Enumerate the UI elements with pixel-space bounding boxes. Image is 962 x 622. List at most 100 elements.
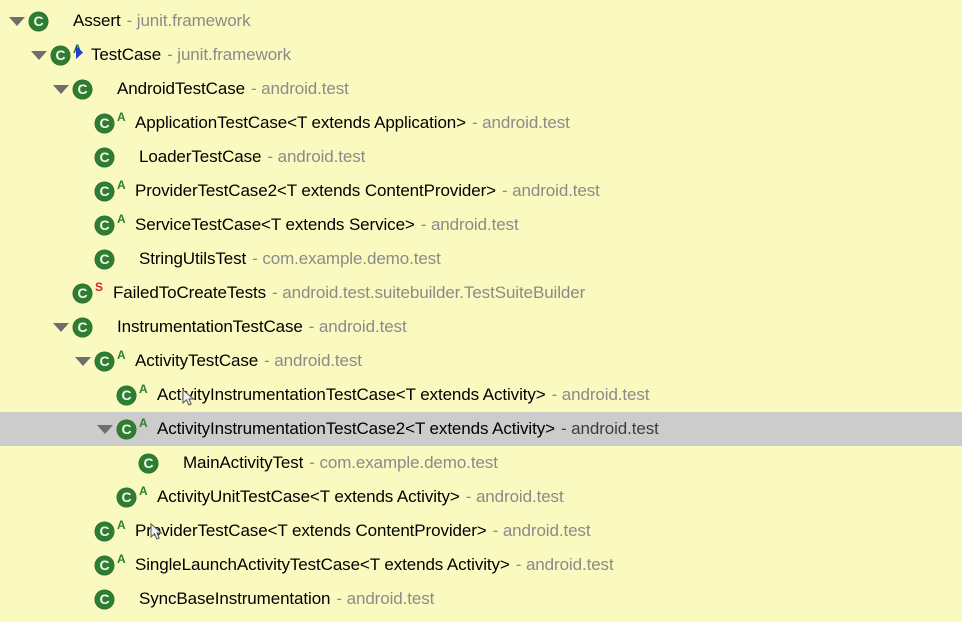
class-icon-disc [95, 556, 114, 575]
class-icon-disc [117, 488, 136, 507]
modifier-spacer [119, 140, 131, 174]
tree-row[interactable]: A ActivityInstrumentationTestCase2<T exte… [0, 412, 962, 446]
class-icon [94, 344, 119, 378]
class-name: ActivityTestCase [135, 351, 259, 370]
abstract-marker: A [117, 106, 131, 140]
class-name: FailedToCreateTests [113, 283, 267, 302]
disclosure-spacer [72, 208, 94, 242]
disclosure-spacer [94, 480, 116, 514]
class-icon [116, 378, 141, 412]
class-icon-disc [95, 250, 114, 269]
modifier-letter: A [117, 348, 126, 362]
abstract-marker: A [139, 412, 153, 446]
package-name: - android.test [267, 147, 366, 166]
tree-row[interactable]: S FailedToCreateTests - android.test.suite… [0, 276, 962, 310]
tree-row[interactable]: InstrumentationTestCase - android.test [0, 310, 962, 344]
abstract-marker: A [117, 208, 131, 242]
modifier-letter: S [95, 280, 104, 294]
package-name: - com.example.demo.test [252, 249, 441, 268]
class-icon-disc [95, 216, 114, 235]
class-icon-disc [139, 454, 158, 473]
package-name: - com.example.demo.test [309, 453, 498, 472]
tree-row[interactable]: A ApplicationTestCase<T extends Applicati… [0, 106, 962, 140]
class-name: ActivityInstrumentationTestCase<T extend… [157, 385, 546, 404]
disclosure-triangle-icon[interactable] [50, 72, 72, 106]
class-icon-disc [95, 182, 114, 201]
package-name: - junit.framework [167, 45, 292, 64]
package-name: - android.test [250, 79, 349, 98]
disclosure-triangle-icon[interactable] [28, 38, 50, 72]
package-name: - android.test [492, 521, 591, 540]
tree-row[interactable]: A ActivityInstrumentationTestCase<T exten… [0, 378, 962, 412]
tree-row[interactable]: SyncBaseInstrumentation - android.test [0, 582, 962, 616]
disclosure-triangle-icon[interactable] [50, 310, 72, 344]
tree-row[interactable]: A ServiceTestCase<T extends Service> - and… [0, 208, 962, 242]
disclosure-triangle-icon[interactable] [6, 4, 28, 38]
disclosure-triangle-icon[interactable] [72, 344, 94, 378]
package-name: - android.test [336, 589, 435, 608]
tree-row[interactable]: A TestCase - junit.framework [0, 38, 962, 72]
tree-row[interactable]: A SingleLaunchActivityTestCase<T extends … [0, 548, 962, 582]
modifier-spacer [119, 582, 131, 616]
disclosure-spacer [72, 582, 94, 616]
modifier-letter: A [117, 518, 126, 532]
tree-row[interactable]: AndroidTestCase - android.test [0, 72, 962, 106]
modifier-letter: A [73, 42, 82, 56]
modifier-letter: A [117, 178, 126, 192]
class-name: InstrumentationTestCase [117, 317, 303, 336]
disclosure-spacer [72, 242, 94, 276]
modifier-letter: A [139, 416, 148, 430]
tree-row[interactable]: Assert - junit.framework [0, 4, 962, 38]
class-icon [94, 514, 119, 548]
disclosure-spacer [72, 174, 94, 208]
class-icon [72, 310, 97, 344]
package-name: - android.test [465, 487, 564, 506]
abstract-marker: A [73, 38, 87, 72]
tree-row[interactable]: LoaderTestCase - android.test [0, 140, 962, 174]
disclosure-spacer [116, 446, 138, 480]
disclosure-triangle-icon[interactable] [94, 412, 116, 446]
modifier-letter: A [117, 110, 126, 124]
abstract-marker: A [117, 514, 131, 548]
class-icon [94, 106, 119, 140]
package-name: - android.test [560, 419, 659, 438]
abstract-marker: A [117, 344, 131, 378]
class-icon [50, 38, 75, 72]
modifier-spacer [163, 446, 175, 480]
modifier-letter: A [139, 382, 148, 396]
abstract-marker: A [139, 480, 153, 514]
class-icon-disc [117, 420, 136, 439]
class-icon-disc [95, 114, 114, 133]
class-icon [94, 140, 119, 174]
class-name: ProviderTestCase2<T extends ContentProvi… [135, 181, 496, 200]
class-name: MainActivityTest [183, 453, 304, 472]
modifier-letter: A [117, 552, 126, 566]
class-hierarchy-tree[interactable]: Assert - junit.framework A TestCase - junit.… [0, 0, 962, 622]
class-name: ProviderTestCase<T extends ContentProvid… [135, 521, 487, 540]
tree-row[interactable]: A ProviderTestCase<T extends ContentProvi… [0, 514, 962, 548]
class-icon [116, 412, 141, 446]
class-icon [94, 242, 119, 276]
package-name: - android.test [501, 181, 600, 200]
disclosure-spacer [72, 106, 94, 140]
class-icon [72, 276, 97, 310]
modifier-spacer [97, 72, 109, 106]
class-icon [72, 72, 97, 106]
tree-row[interactable]: StringUtilsTest - com.example.demo.test [0, 242, 962, 276]
class-icon-disc [117, 386, 136, 405]
package-name: - android.test [264, 351, 362, 370]
package-name: - junit.framework [126, 11, 251, 30]
tree-row[interactable]: A ProviderTestCase2<T extends ContentProv… [0, 174, 962, 208]
disclosure-spacer [50, 276, 72, 310]
package-name: - android.test [551, 385, 650, 404]
package-name: - android.test [308, 317, 407, 336]
tree-row[interactable]: MainActivityTest - com.example.demo.test [0, 446, 962, 480]
modifier-spacer [97, 310, 109, 344]
class-name: SingleLaunchActivityTestCase<T extends A… [135, 555, 510, 574]
class-icon-disc [29, 12, 48, 31]
modifier-letter: A [139, 484, 148, 498]
class-name: SyncBaseInstrumentation [139, 589, 331, 608]
tree-row[interactable]: A ActivityTestCase - android.test [0, 344, 962, 378]
modifier-letter: A [117, 212, 126, 226]
tree-row[interactable]: A ActivityUnitTestCase<T extends Activity… [0, 480, 962, 514]
